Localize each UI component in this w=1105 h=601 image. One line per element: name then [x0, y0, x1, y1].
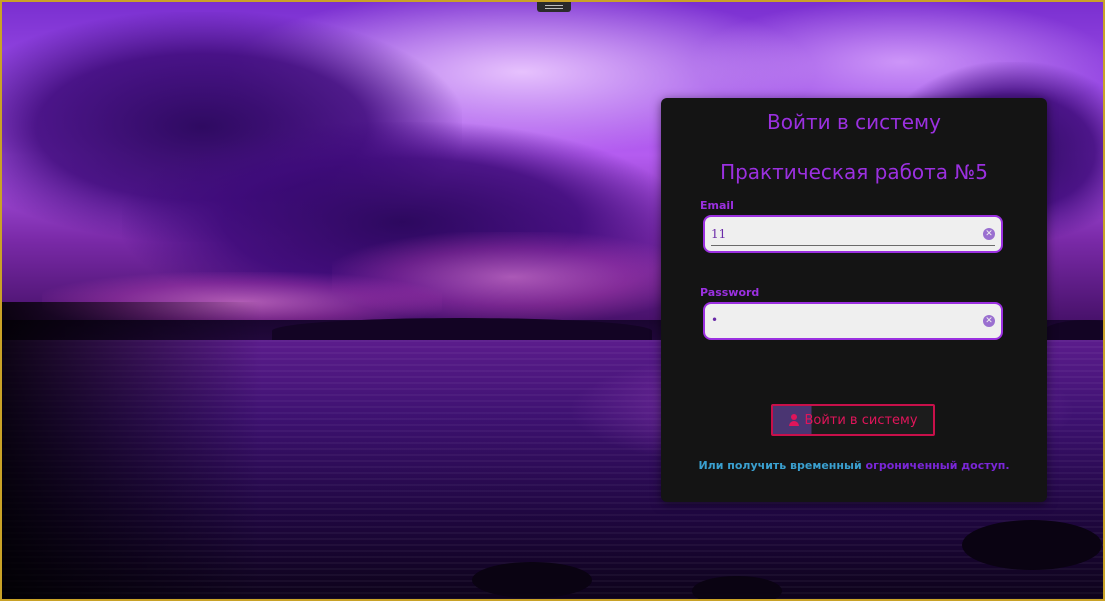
password-field[interactable]: • ✕ [703, 302, 1003, 340]
login-subtitle: Практическая работа №5 [720, 160, 988, 184]
clear-icon[interactable]: ✕ [983, 315, 995, 327]
user-icon [788, 414, 800, 426]
login-button[interactable]: Войти в систему [771, 404, 935, 436]
email-field[interactable]: 11 ✕ [703, 215, 1003, 253]
background-rock [472, 562, 592, 598]
temporary-access-line: Или получить временный огрониченный дост… [661, 459, 1047, 472]
temporary-access-link[interactable]: огрониченный доступ. [866, 459, 1010, 472]
login-title: Войти в систему [767, 110, 941, 134]
app-window: Войти в систему Практическая работа №5 E… [0, 0, 1105, 601]
background-shade [2, 302, 262, 599]
top-handle[interactable] [537, 2, 571, 12]
login-button-label: Войти в систему [804, 412, 918, 428]
temporary-access-text: Или получить временный [698, 459, 862, 472]
email-label: Email [700, 199, 734, 212]
password-value[interactable]: • [711, 313, 718, 327]
email-underline [711, 245, 995, 246]
background-rock [692, 576, 782, 599]
email-value[interactable]: 11 [711, 227, 726, 241]
clear-icon[interactable]: ✕ [983, 228, 995, 240]
password-label: Password [700, 286, 760, 299]
login-card: Войти в систему Практическая работа №5 E… [661, 98, 1047, 502]
background-rock [962, 520, 1102, 570]
